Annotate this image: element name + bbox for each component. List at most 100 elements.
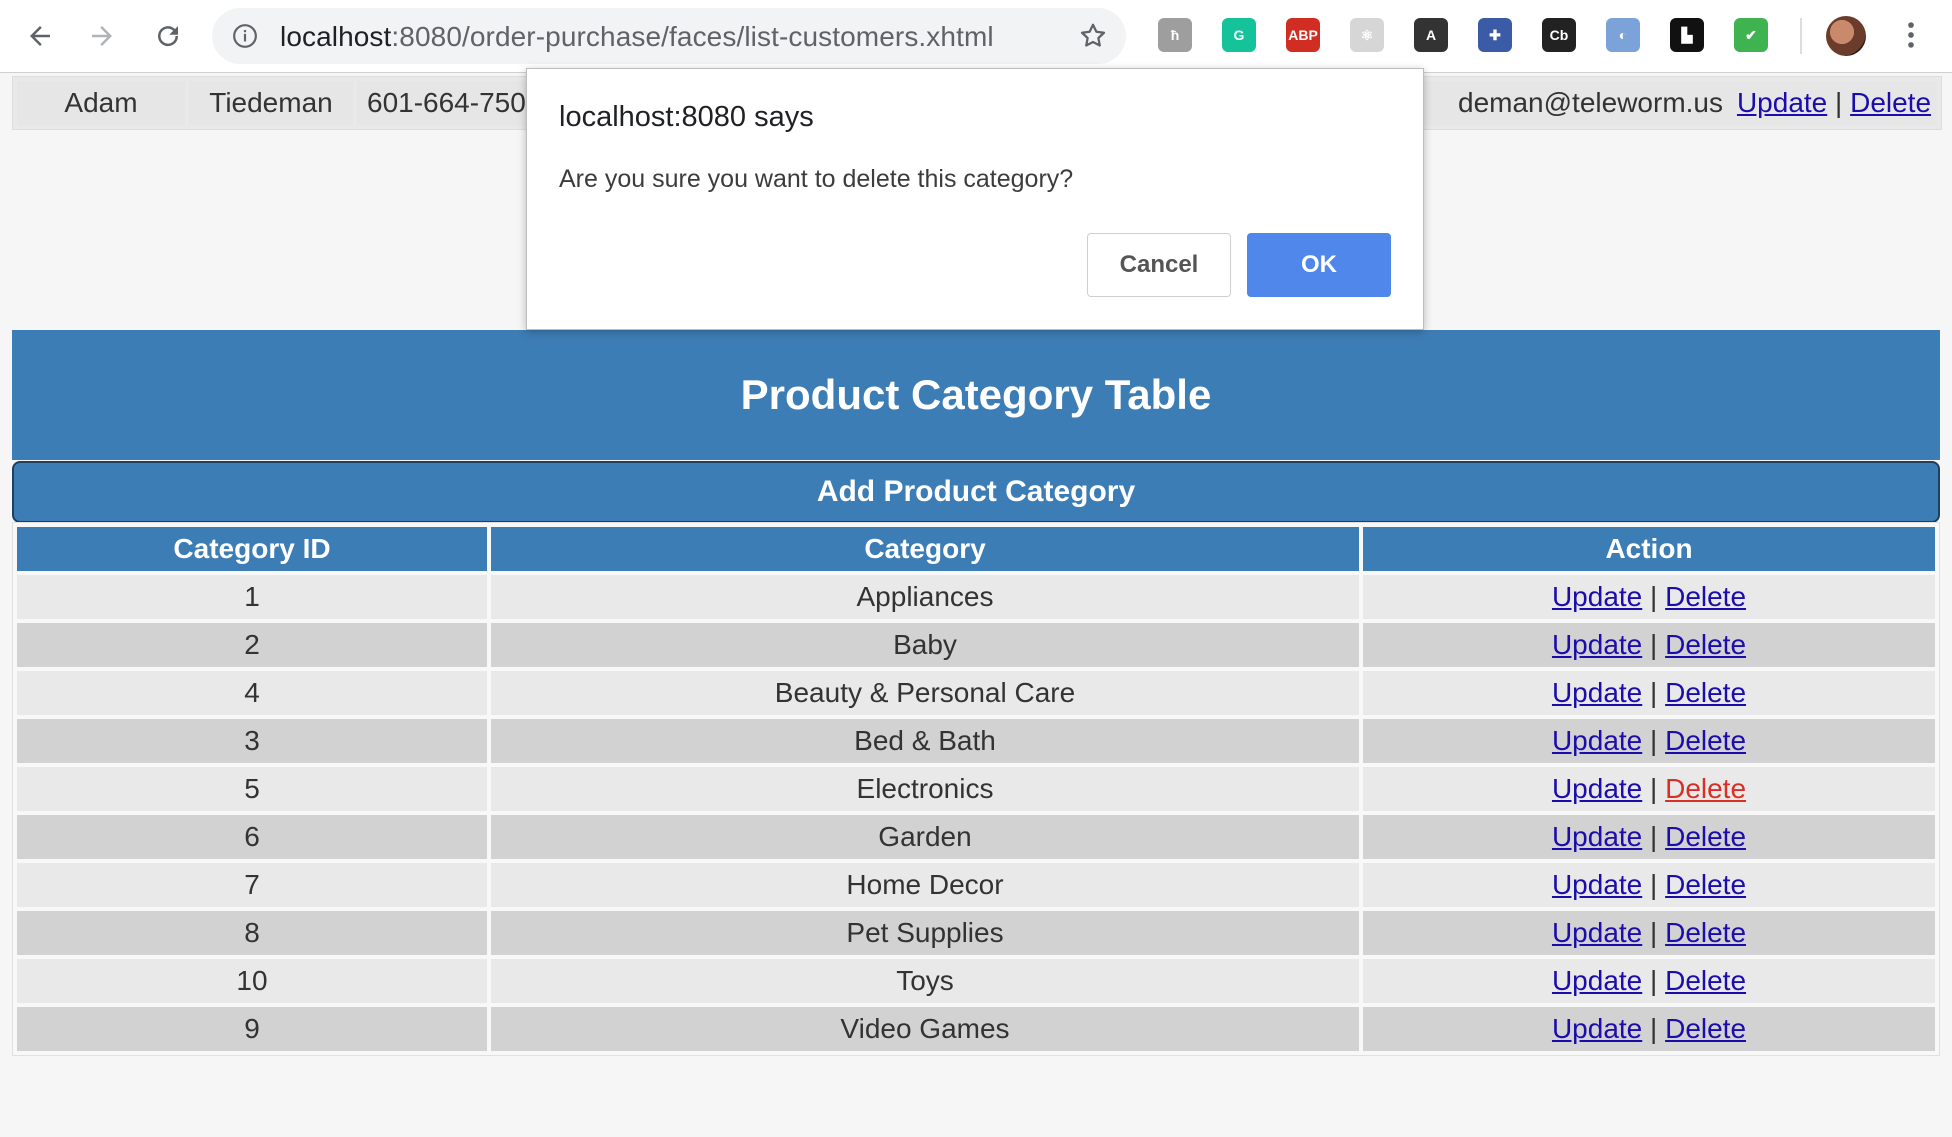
customer-last-name: Tiedeman <box>189 81 353 125</box>
delete-link[interactable]: Delete <box>1665 629 1746 660</box>
toolbar-divider <box>1800 18 1802 54</box>
category-id-cell: 6 <box>17 815 487 859</box>
action-cell: Update | Delete <box>1363 575 1935 619</box>
update-link[interactable]: Update <box>1552 917 1642 948</box>
orb-extension-icon[interactable]: ◐ <box>1606 18 1640 52</box>
site-info-icon[interactable] <box>232 23 258 54</box>
puzzle-extension-icon[interactable]: ✚ <box>1478 18 1512 52</box>
profile-avatar[interactable] <box>1826 16 1866 56</box>
adblock-plus-icon[interactable]: ABP <box>1286 18 1320 52</box>
kebab-menu-icon[interactable] <box>1894 18 1928 57</box>
update-link[interactable]: Update <box>1552 965 1642 996</box>
keep-icon[interactable]: ħ <box>1158 18 1192 52</box>
update-link[interactable]: Update <box>1552 1013 1642 1044</box>
table-row: 4 Beauty & Personal Care Update | Delete <box>17 671 1935 715</box>
table-row: 2 Baby Update | Delete <box>17 623 1935 667</box>
action-cell: Update | Delete <box>1363 671 1935 715</box>
delete-link[interactable]: Delete <box>1665 821 1746 852</box>
action-separator: | <box>1835 87 1843 118</box>
category-name-cell: Bed & Bath <box>491 719 1359 763</box>
delete-link[interactable]: Delete <box>1665 1013 1746 1044</box>
delete-link[interactable]: Delete <box>1665 581 1746 612</box>
dialog-title: localhost:8080 says <box>559 101 814 133</box>
action-cell: Update | Delete <box>1363 959 1935 1003</box>
category-id-cell: 7 <box>17 863 487 907</box>
customer-email: deman@teleworm.us <box>1421 81 1731 125</box>
table-row: 5 Electronics Update | Delete <box>17 767 1935 811</box>
delete-link[interactable]: Delete <box>1665 917 1746 948</box>
update-link[interactable]: Update <box>1552 725 1642 756</box>
update-link[interactable]: Update <box>1552 629 1642 660</box>
update-link[interactable]: Update <box>1552 821 1642 852</box>
column-header-category: Category <box>491 527 1359 571</box>
category-name-cell: Baby <box>491 623 1359 667</box>
action-separator: | <box>1650 965 1658 996</box>
action-separator: | <box>1650 581 1658 612</box>
delete-link[interactable]: Delete <box>1665 965 1746 996</box>
category-name-cell: Home Decor <box>491 863 1359 907</box>
category-id-cell: 5 <box>17 767 487 811</box>
update-link[interactable]: Update <box>1552 869 1642 900</box>
action-separator: | <box>1650 773 1658 804</box>
customer-actions: Update | Delete <box>1731 81 1937 125</box>
confirm-dialog: localhost:8080 says Are you sure you wan… <box>526 68 1424 330</box>
cancel-button[interactable]: Cancel <box>1087 233 1231 297</box>
ok-button[interactable]: OK <box>1247 233 1391 297</box>
action-separator: | <box>1650 821 1658 852</box>
table-row: 7 Home Decor Update | Delete <box>17 863 1935 907</box>
doc-extension-icon[interactable]: ▙ <box>1670 18 1704 52</box>
url-host: localhost <box>280 21 392 52</box>
customer-first-name: Adam <box>17 81 185 125</box>
action-separator: | <box>1650 1013 1658 1044</box>
category-id-cell: 8 <box>17 911 487 955</box>
delete-link[interactable]: Delete <box>1665 773 1746 804</box>
delete-link[interactable]: Delete <box>1665 725 1746 756</box>
grammarly-icon[interactable]: G <box>1222 18 1256 52</box>
cb-extension-icon[interactable]: Cb <box>1542 18 1576 52</box>
update-link[interactable]: Update <box>1552 677 1642 708</box>
category-name-cell: Garden <box>491 815 1359 859</box>
product-category-table: Category ID Category Action 1 Appliances U… <box>12 522 1940 1056</box>
font-extension-icon[interactable]: A <box>1414 18 1448 52</box>
customer-delete-link[interactable]: Delete <box>1850 87 1931 118</box>
action-separator: | <box>1650 869 1658 900</box>
url-path: :8080/order-purchase/faces/list-customer… <box>391 21 994 52</box>
update-link[interactable]: Update <box>1552 773 1642 804</box>
shield-extension-icon[interactable]: ✔ <box>1734 18 1768 52</box>
action-cell: Update | Delete <box>1363 911 1935 955</box>
category-name-cell: Electronics <box>491 767 1359 811</box>
bookmark-star-icon[interactable] <box>1078 21 1108 56</box>
react-devtools-icon[interactable]: ⚛ <box>1350 18 1384 52</box>
add-product-category-button[interactable]: Add Product Category <box>12 461 1940 523</box>
action-cell: Update | Delete <box>1363 863 1935 907</box>
category-id-cell: 4 <box>17 671 487 715</box>
column-header-category-id: Category ID <box>17 527 487 571</box>
table-row: 3 Bed & Bath Update | Delete <box>17 719 1935 763</box>
back-icon[interactable] <box>18 14 62 58</box>
column-header-action: Action <box>1363 527 1935 571</box>
forward-icon[interactable] <box>80 14 124 58</box>
delete-link[interactable]: Delete <box>1665 677 1746 708</box>
action-cell: Update | Delete <box>1363 815 1935 859</box>
customer-phone: 601-664-750 <box>357 81 547 125</box>
table-row: 8 Pet Supplies Update | Delete <box>17 911 1935 955</box>
delete-link[interactable]: Delete <box>1665 869 1746 900</box>
category-name-cell: Beauty & Personal Care <box>491 671 1359 715</box>
browser-toolbar: localhost:8080/order-purchase/faces/list… <box>0 0 1952 73</box>
action-cell: Update | Delete <box>1363 623 1935 667</box>
category-id-cell: 9 <box>17 1007 487 1051</box>
url-text[interactable]: localhost:8080/order-purchase/faces/list… <box>280 21 994 53</box>
update-link[interactable]: Update <box>1552 581 1642 612</box>
action-separator: | <box>1650 725 1658 756</box>
reload-icon[interactable] <box>146 14 190 58</box>
table-row: 10 Toys Update | Delete <box>17 959 1935 1003</box>
table-row: 1 Appliances Update | Delete <box>17 575 1935 619</box>
category-id-cell: 10 <box>17 959 487 1003</box>
address-bar[interactable]: localhost:8080/order-purchase/faces/list… <box>212 8 1126 64</box>
table-header-row: Category ID Category Action <box>17 527 1935 571</box>
action-separator: | <box>1650 917 1658 948</box>
customer-update-link[interactable]: Update <box>1737 87 1827 118</box>
table-row: 6 Garden Update | Delete <box>17 815 1935 859</box>
category-name-cell: Toys <box>491 959 1359 1003</box>
table-row: 9 Video Games Update | Delete <box>17 1007 1935 1051</box>
